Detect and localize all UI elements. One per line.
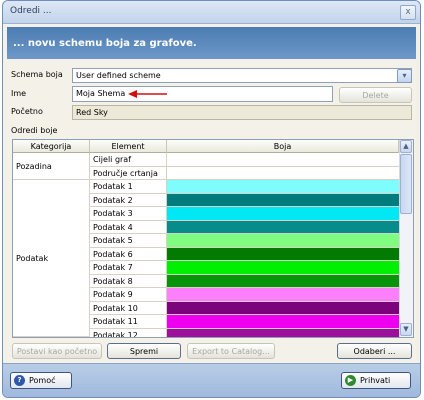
column-header-element[interactable]: Element	[90, 140, 167, 153]
column-header-category[interactable]: Kategorija	[13, 140, 90, 153]
schema-label: Schema boja	[11, 70, 63, 79]
category-cell-pozadina[interactable]: Pozadina	[13, 153, 90, 180]
scroll-down-icon[interactable]: ▼	[400, 323, 412, 336]
color-swatch[interactable]	[167, 180, 399, 194]
start-value-field: Red Sky	[72, 105, 412, 120]
color-grid[interactable]: Kategorija Element Boja Pozadina Podatak…	[12, 139, 414, 338]
save-button[interactable]: Spremi	[107, 343, 181, 359]
chevron-down-icon[interactable]: ▾	[397, 69, 412, 83]
color-swatch[interactable]	[167, 288, 399, 302]
color-swatch[interactable]	[167, 274, 399, 288]
color-swatch[interactable]	[167, 261, 399, 275]
element-cell[interactable]: Podatak 9	[90, 288, 167, 302]
schema-select[interactable]: User defined scheme ▾	[72, 68, 412, 83]
element-cell[interactable]: Podatak 8	[90, 274, 167, 288]
accept-button[interactable]: ▶ Prihvati	[341, 372, 411, 389]
color-swatch[interactable]	[167, 315, 399, 329]
element-cell[interactable]: Podatak 5	[90, 234, 167, 248]
dialog-window: Odredi ... x ... novu schemu boja za gra…	[2, 0, 421, 398]
name-input[interactable]: Moja Shema	[72, 86, 333, 102]
vertical-scrollbar[interactable]: ▲ ▼	[399, 140, 413, 337]
section-label: Odredi boje	[11, 126, 58, 135]
scroll-up-icon[interactable]: ▲	[400, 140, 412, 153]
scroll-thumb[interactable]	[400, 154, 412, 214]
name-label: Ime	[11, 89, 27, 98]
element-cell[interactable]: Podatak 1	[90, 180, 167, 194]
element-cell[interactable]: Podatak 12	[90, 328, 167, 337]
accept-label: Prihvati	[360, 376, 391, 385]
color-swatch[interactable]	[167, 153, 399, 167]
help-label: Pomoć	[29, 376, 56, 385]
color-swatch[interactable]	[167, 220, 399, 234]
category-label: Pozadina	[16, 161, 52, 171]
color-swatch[interactable]	[167, 166, 399, 180]
color-swatch[interactable]	[167, 193, 399, 207]
help-button[interactable]: ? Pomoć	[10, 372, 72, 389]
column-header-color[interactable]: Boja	[167, 140, 399, 153]
element-cell[interactable]: Podatak 6	[90, 247, 167, 261]
header-text: ... novu schemu boja za grafove.	[13, 38, 197, 49]
color-swatch[interactable]	[167, 207, 399, 221]
category-label: Podatak	[16, 253, 49, 263]
start-value: Red Sky	[76, 108, 108, 117]
help-icon: ?	[14, 375, 25, 386]
start-label: Početno	[11, 107, 43, 116]
export-catalog-button[interactable]: Export to Catalog...	[187, 343, 275, 359]
element-cell[interactable]: Podatak 10	[90, 301, 167, 315]
delete-button[interactable]: Delete	[339, 87, 412, 103]
category-cell-podatak[interactable]: Podatak	[13, 180, 90, 337]
schema-select-value: User defined scheme	[76, 71, 161, 80]
element-cell[interactable]: Podatak 7	[90, 261, 167, 275]
reset-default-button[interactable]: Postavi kao početno	[12, 343, 102, 359]
element-cell[interactable]: Cijeli graf	[90, 153, 167, 167]
window-title: Odredi ...	[10, 6, 52, 16]
element-cell[interactable]: Podatak 3	[90, 207, 167, 221]
accept-icon: ▶	[345, 375, 356, 386]
element-cell[interactable]: Područje crtanja	[90, 166, 167, 180]
red-arrow-annotation	[128, 90, 167, 98]
footer-bar: ? Pomoć ▶ Prihvati	[3, 363, 420, 397]
element-cell[interactable]: Podatak 2	[90, 193, 167, 207]
color-swatch[interactable]	[167, 247, 399, 261]
color-swatch[interactable]	[167, 301, 399, 315]
color-swatch[interactable]	[167, 234, 399, 248]
choose-button[interactable]: Odaberi ...	[337, 343, 412, 359]
color-swatch[interactable]	[167, 328, 399, 337]
name-input-value: Moja Shema	[76, 89, 126, 98]
close-button[interactable]: x	[400, 5, 416, 20]
title-bar[interactable]: Odredi ... x	[3, 1, 420, 24]
element-cell[interactable]: Podatak 4	[90, 220, 167, 234]
element-cell[interactable]: Podatak 11	[90, 315, 167, 329]
header-banner: ... novu schemu boja za grafove.	[7, 27, 416, 59]
